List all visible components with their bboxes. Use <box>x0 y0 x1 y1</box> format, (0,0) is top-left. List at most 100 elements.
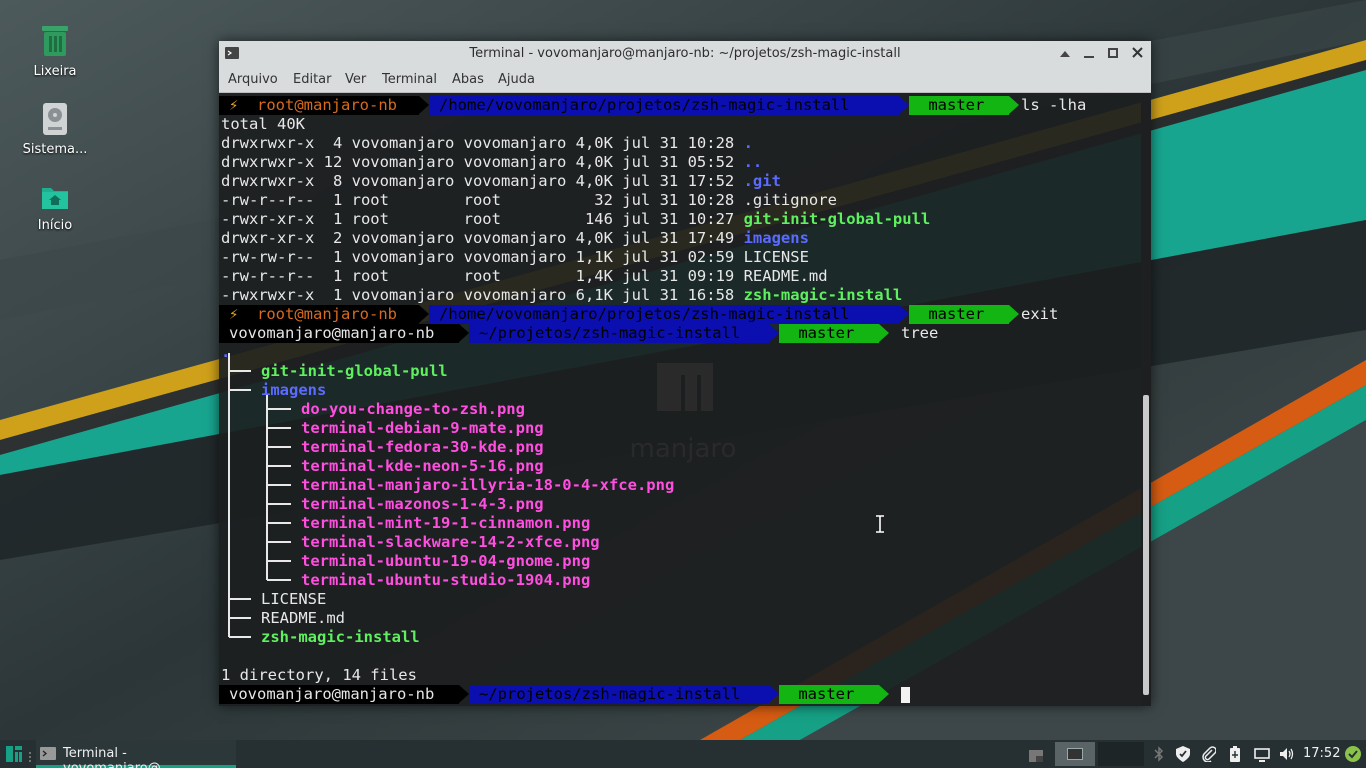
prompt-branch: master <box>919 96 985 114</box>
workspace-1[interactable] <box>1055 742 1095 766</box>
close-button[interactable] <box>1127 44 1147 64</box>
menu-terminal[interactable]: Terminal <box>382 72 437 87</box>
chevron-up-icon <box>1060 51 1070 57</box>
prompt-user: vovomanjaro@manjaro-nb <box>229 685 435 703</box>
tree-entry: README.md <box>261 609 345 627</box>
clipboard-tray[interactable] <box>1202 746 1217 766</box>
segment-arrow <box>419 96 429 114</box>
scrollbar-thumb[interactable] <box>1143 395 1149 695</box>
prompt-command: tree <box>901 324 939 342</box>
ls-row: -rwxrwxr-x 1 vovomanjaro vovomanjaro 6,1… <box>221 286 902 305</box>
watermark-text: manjaro <box>630 434 737 464</box>
prompt-path-segment: ~/projetos/zsh-magic-install <box>469 685 769 704</box>
update-tray[interactable] <box>1345 746 1361 766</box>
prompt-path: /home/vovomanjaro/projetos/zsh-magic-ins… <box>439 305 850 323</box>
update-notifier-icon <box>1345 746 1361 762</box>
tree-entry: terminal-manjaro-illyria-18-0-4-xfce.png <box>301 476 675 494</box>
maximize-button[interactable] <box>1103 44 1123 64</box>
volume-icon <box>1280 748 1294 760</box>
terminal-output[interactable]: manjaro ⚡ root@manjaro-nb /home/vovomanj… <box>219 95 1141 706</box>
tree-entry: zsh-magic-install <box>261 628 420 646</box>
shade-button[interactable] <box>1055 44 1075 64</box>
manjaro-menu-icon <box>6 746 22 762</box>
taskbar: Terminal - vovomanjaro@... 17:52 <box>0 740 1366 768</box>
segment-arrow <box>459 685 469 703</box>
tree-entry: terminal-kde-neon-5-16.png <box>301 457 544 475</box>
tree-entry: terminal-fedora-30-kde.png <box>301 438 544 456</box>
prompt-command: ls -lha <box>1021 96 1087 114</box>
desktop-icon-trash[interactable]: Lixeira <box>10 24 100 79</box>
terminal-app-icon <box>40 747 56 760</box>
maximize-icon <box>1108 48 1118 58</box>
shield-icon <box>1176 746 1190 762</box>
prompt-path: /home/vovomanjaro/projetos/zsh-magic-ins… <box>439 96 850 114</box>
close-icon <box>1131 47 1143 58</box>
ls-name: imagens <box>743 229 809 247</box>
prompt-path-segment: /home/vovomanjaro/projetos/zsh-magic-ins… <box>429 305 899 324</box>
tree-entry: git-init-global-pull <box>261 362 448 380</box>
menubar: Arquivo Editar Ver Terminal Abas Ajuda <box>219 67 1151 93</box>
panel-handle <box>28 748 32 767</box>
ls-name: git-init-global-pull <box>743 210 931 228</box>
prompt-git-segment: master <box>909 305 1009 324</box>
desktop-icon-home[interactable]: Início <box>10 182 100 233</box>
volume-tray[interactable] <box>1279 746 1295 766</box>
prompt-git-segment: master <box>779 685 879 704</box>
manjaro-logo-watermark: manjaro <box>630 363 737 464</box>
minimize-icon <box>1084 56 1094 58</box>
menu-ajuda[interactable]: Ajuda <box>498 72 535 87</box>
ibeam-cursor-icon <box>876 515 884 533</box>
prompt-path-segment: ~/projetos/zsh-magic-install <box>469 324 769 343</box>
prompt-path-segment: /home/vovomanjaro/projetos/zsh-magic-ins… <box>429 96 899 115</box>
bluetooth-icon <box>1154 746 1164 762</box>
desktop-icon-label: Sistema... <box>22 142 88 157</box>
prompt-user-segment: vovomanjaro@manjaro-nb <box>219 685 459 704</box>
desktop-icon-system[interactable]: Sistema... <box>10 102 100 157</box>
tree-entry: terminal-ubuntu-19-04-gnome.png <box>301 552 591 570</box>
prompt-branch: master <box>789 324 855 342</box>
taskbar-terminal-button[interactable]: Terminal - vovomanjaro@... <box>36 740 236 768</box>
bluetooth-tray[interactable] <box>1154 746 1164 766</box>
segment-arrow <box>769 324 779 342</box>
power-tray[interactable] <box>1230 746 1240 766</box>
segment-arrow <box>769 685 779 703</box>
ls-name: .. <box>743 153 763 171</box>
menu-arquivo[interactable]: Arquivo <box>228 72 278 87</box>
segment-arrow <box>899 96 909 114</box>
window-title: Terminal - vovomanjaro@manjaro-nb: ~/pro… <box>469 46 901 61</box>
menu-abas[interactable]: Abas <box>452 72 484 87</box>
tree-entry: terminal-debian-9-mate.png <box>301 419 544 437</box>
ls-name: . <box>743 134 753 152</box>
tree-entry: imagens <box>261 381 327 399</box>
prompt-git-segment: master <box>779 324 879 343</box>
trash-icon <box>42 26 68 56</box>
window-titlebar[interactable]: Terminal - vovomanjaro@manjaro-nb: ~/pro… <box>219 41 1151 67</box>
ls-name: LICENSE <box>743 248 809 266</box>
tree-entry: LICENSE <box>261 590 327 608</box>
workspace-2-icon <box>1098 742 1144 766</box>
menu-editar[interactable]: Editar <box>293 72 332 87</box>
display-tray[interactable] <box>1254 747 1270 766</box>
clipboard-icon <box>1202 746 1217 763</box>
ls-name: .git <box>743 172 781 190</box>
prompt-branch: master <box>919 305 985 323</box>
menu-ver[interactable]: Ver <box>345 72 366 87</box>
ls-name: README.md <box>743 267 828 285</box>
app-menu-button[interactable] <box>6 746 22 766</box>
clock[interactable]: 17:52 <box>1303 746 1340 761</box>
minimize-button[interactable] <box>1079 44 1099 64</box>
segment-arrow <box>459 324 469 342</box>
segment-arrow <box>419 305 429 323</box>
workspace-2[interactable] <box>1098 742 1144 766</box>
terminal-window[interactable]: Terminal - vovomanjaro@manjaro-nb: ~/pro… <box>219 41 1151 706</box>
tree-entry: terminal-mint-19-1-cinnamon.png <box>301 514 591 532</box>
show-desktop-button[interactable] <box>1029 747 1043 766</box>
firewall-tray[interactable] <box>1176 746 1190 766</box>
segment-arrow <box>1009 305 1019 323</box>
desktop-icon-label: Início <box>37 218 73 233</box>
ls-name: zsh-magic-install <box>743 286 903 304</box>
terminal-scrollbar[interactable] <box>1141 95 1151 706</box>
show-desktop-icon <box>1029 750 1043 762</box>
prompt-branch: master <box>789 685 855 703</box>
workspace-1-icon <box>1067 748 1083 760</box>
